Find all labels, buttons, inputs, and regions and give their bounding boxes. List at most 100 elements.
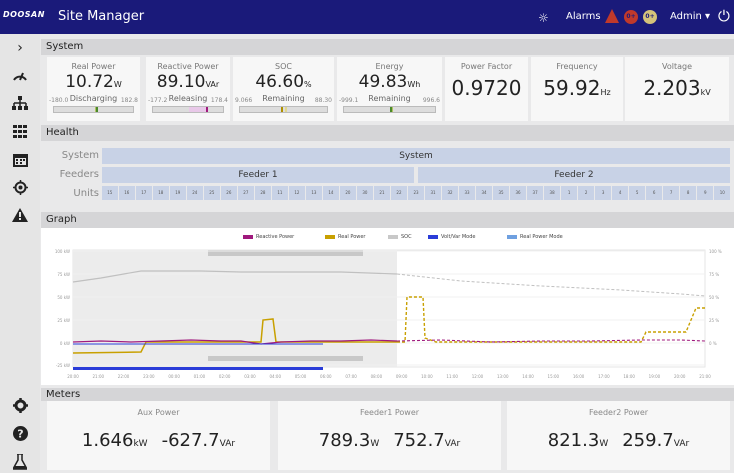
y-left-tick: 0 kW <box>60 341 70 346</box>
health-unit[interactable]: 12 <box>289 186 305 200</box>
alarm-critical-icon[interactable] <box>605 9 619 23</box>
card-value-unit: kV <box>700 88 711 97</box>
x-tick: 18:00 <box>623 374 635 379</box>
health-unit[interactable]: 31 <box>425 186 441 200</box>
x-tick: 17:00 <box>598 374 610 379</box>
health-feeder-1[interactable]: Feeder 1 <box>102 167 414 183</box>
health-unit[interactable]: 17 <box>136 186 152 200</box>
meter-values: 1.646kW -627.7VAr <box>47 430 270 451</box>
health-unit[interactable]: 34 <box>476 186 492 200</box>
gauge-label: Remaining <box>368 94 411 103</box>
warning-icon[interactable] <box>0 208 40 226</box>
health-unit[interactable]: 8 <box>680 186 696 200</box>
gauge-bar <box>53 106 134 113</box>
health-system-status[interactable]: System <box>102 148 730 164</box>
health-unit[interactable]: 27 <box>238 186 254 200</box>
health-unit[interactable]: 9 <box>697 186 713 200</box>
gauge-marker <box>206 107 208 112</box>
grid-icon[interactable] <box>0 124 40 142</box>
health-unit[interactable]: 22 <box>391 186 407 200</box>
alarm-minor-icon[interactable]: 0+ <box>643 10 657 24</box>
alarm-major-icon[interactable]: 0+ <box>624 10 638 24</box>
health-feeder-2[interactable]: Feeder 2 <box>418 167 730 183</box>
health-unit[interactable]: 5 <box>629 186 645 200</box>
health-unit[interactable]: 23 <box>408 186 424 200</box>
x-tick: 00:00 <box>168 374 180 379</box>
health-unit[interactable]: 3 <box>595 186 611 200</box>
health-unit[interactable]: 24 <box>187 186 203 200</box>
x-tick: 23:00 <box>143 374 155 379</box>
gauge-bar <box>239 106 328 113</box>
health-unit[interactable]: 14 <box>323 186 339 200</box>
x-tick: 20:00 <box>67 374 79 379</box>
health-unit[interactable]: 38 <box>544 186 560 200</box>
health-unit[interactable]: 30 <box>357 186 373 200</box>
health-unit[interactable]: 18 <box>153 186 169 200</box>
lab-flask-icon[interactable] <box>0 453 40 473</box>
help-icon[interactable]: ? <box>0 426 40 445</box>
health-unit[interactable]: 28 <box>255 186 271 200</box>
gauge-fill <box>189 107 207 112</box>
health-unit[interactable]: 20 <box>340 186 356 200</box>
y-right-tick: 100 % <box>709 249 722 254</box>
system-card-reactive-power: Reactive Power 89.10VAr -177.2 178.4 Releasi… <box>146 57 230 121</box>
meter-unit-1: W <box>370 439 380 449</box>
x-tick: 05:00 <box>295 374 307 379</box>
health-unit[interactable]: 26 <box>221 186 237 200</box>
health-unit[interactable]: 11 <box>272 186 288 200</box>
health-unit[interactable]: 13 <box>306 186 322 200</box>
health-unit[interactable]: 32 <box>442 186 458 200</box>
logout-icon[interactable]: ⏻ <box>718 7 730 25</box>
meter-title: Aux Power <box>137 408 180 417</box>
health-unit[interactable]: 25 <box>204 186 220 200</box>
card-value: 0.9720 <box>445 76 528 102</box>
card-value-unit: VAr <box>205 80 220 89</box>
brightness-icon[interactable]: ☼ <box>538 11 549 25</box>
health-unit[interactable]: 19 <box>170 186 186 200</box>
health-unit[interactable]: 16 <box>119 186 135 200</box>
alarms-label[interactable]: Alarms <box>566 11 601 22</box>
health-unit[interactable]: 37 <box>527 186 543 200</box>
x-tick: 06:00 <box>320 374 332 379</box>
card-value: 10.72W <box>47 73 140 94</box>
gauge-bar <box>152 106 224 113</box>
card-value-number: 10.72 <box>65 72 114 92</box>
expand-icon[interactable]: › <box>0 40 40 56</box>
x-tick: 04:00 <box>269 374 281 379</box>
health-unit[interactable]: 36 <box>510 186 526 200</box>
x-tick: 12:00 <box>472 374 484 379</box>
health-unit[interactable]: 15 <box>102 186 118 200</box>
location-icon[interactable] <box>0 180 40 199</box>
health-unit[interactable]: 10 <box>714 186 730 200</box>
hierarchy-icon[interactable] <box>0 96 40 115</box>
card-title: Energy <box>375 62 404 71</box>
y-right-tick: 0 % <box>709 341 717 346</box>
health-unit[interactable]: 6 <box>646 186 662 200</box>
user-menu[interactable]: Admin ▾ <box>670 11 710 22</box>
card-value-unit: Hz <box>600 88 611 97</box>
graph-chart[interactable]: 100 kW 75 kW 50 kW 25 kW 0 kW -25 kW 100 % 75 %… <box>41 228 734 385</box>
card-value: 59.92Hz <box>531 78 623 102</box>
health-unit[interactable]: 35 <box>493 186 509 200</box>
card-title: Power Factor <box>460 62 513 71</box>
health-unit[interactable]: 7 <box>663 186 679 200</box>
health-unit[interactable]: 4 <box>612 186 628 200</box>
health-unit[interactable]: 2 <box>578 186 594 200</box>
card-value: 49.83Wh <box>337 73 442 94</box>
x-tick: 14:00 <box>522 374 534 379</box>
health-unit[interactable]: 1 <box>561 186 577 200</box>
dashboard-icon[interactable] <box>0 68 40 86</box>
sidebar: › ? <box>0 34 40 473</box>
y-left-tick: 25 kW <box>57 318 70 323</box>
settings-icon[interactable] <box>0 398 40 417</box>
gauge-label: Releasing <box>168 94 208 103</box>
health-unit[interactable]: 21 <box>374 186 390 200</box>
svg-text:?: ? <box>17 428 23 441</box>
card-value: 46.60% <box>233 73 334 94</box>
health-unit[interactable]: 33 <box>459 186 475 200</box>
card-value-number: 0.9720 <box>451 76 522 100</box>
calendar-icon[interactable] <box>0 152 40 171</box>
y-right-tick: 25 % <box>709 318 719 323</box>
meter-title: Feeder2 Power <box>588 408 649 417</box>
system-card-soc: SOC 46.60% 9.066 88.30 Remaining <box>233 57 334 121</box>
